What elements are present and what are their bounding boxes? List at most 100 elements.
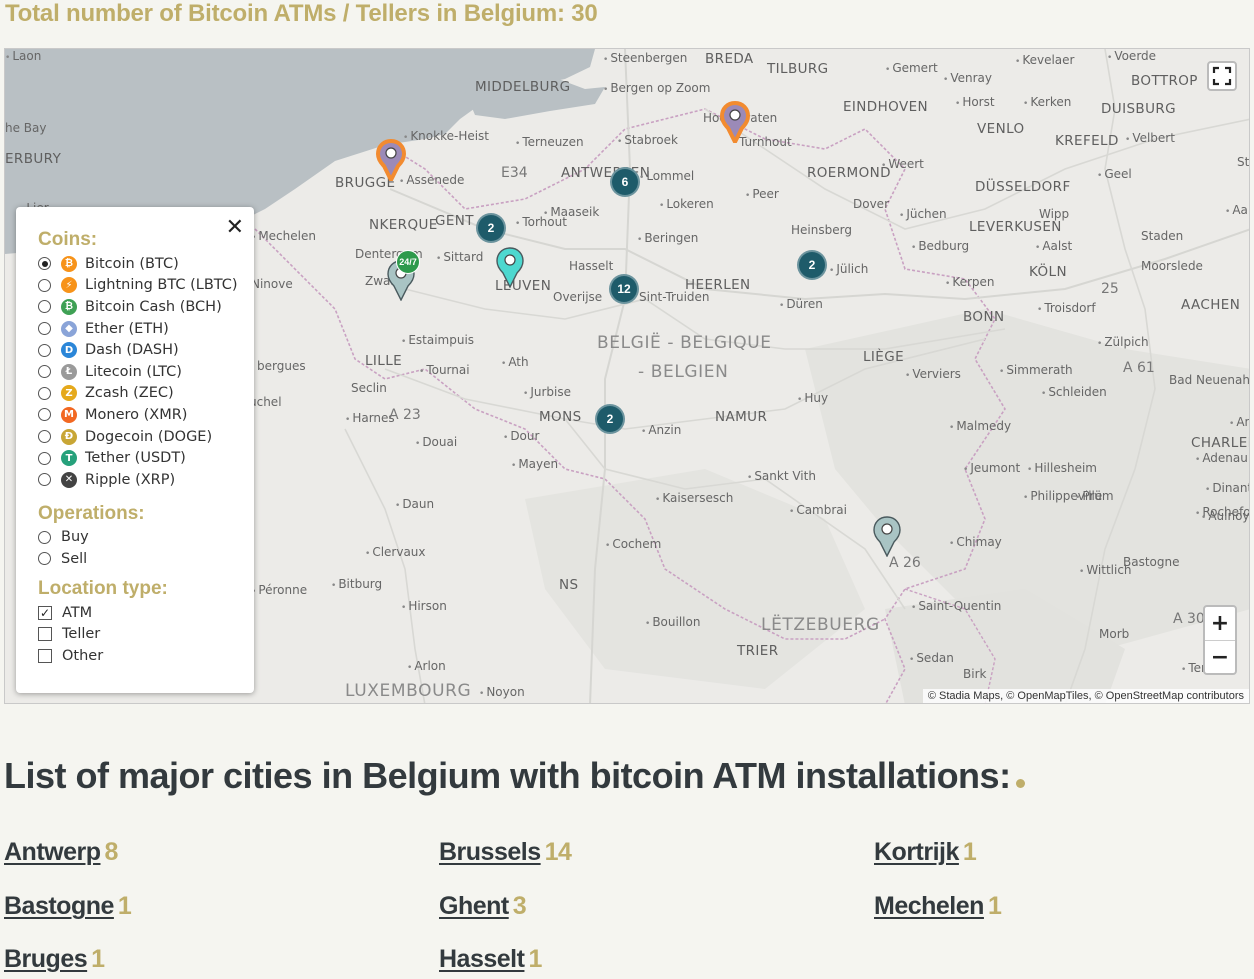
coin-radio[interactable]: [38, 386, 51, 400]
map-attribution[interactable]: © Stadia Maps, © OpenMapTiles, © OpenStr…: [922, 689, 1249, 703]
coin-radio[interactable]: [38, 257, 51, 271]
map-label: Ninove: [251, 277, 293, 291]
map-label: Bergen op Zoom: [603, 81, 710, 95]
location-checkbox[interactable]: [38, 648, 52, 663]
location-type-heading: Location type:: [38, 577, 168, 599]
zoom-out-button[interactable]: −: [1205, 640, 1235, 673]
location-option[interactable]: Other: [38, 645, 254, 667]
location-checkbox[interactable]: [38, 627, 52, 642]
map-label: NKERQUE: [369, 217, 438, 233]
fullscreen-button[interactable]: [1207, 61, 1237, 91]
bastogne-pin[interactable]: [871, 515, 903, 558]
map-label: NS: [559, 577, 579, 593]
atm-cluster-hasselt[interactable]: 2: [797, 250, 827, 280]
coin-radio[interactable]: [38, 451, 51, 465]
operation-radio[interactable]: [38, 530, 51, 544]
location-option[interactable]: ✓ ATM: [38, 602, 254, 624]
hoogstraten-pin[interactable]: [719, 100, 751, 147]
atm-cluster-charleroi[interactable]: 2: [595, 404, 625, 434]
city-atm-count: 1: [987, 892, 1002, 920]
coin-label: Zcash (ZEC): [85, 385, 174, 402]
coin-radio[interactable]: [38, 300, 51, 314]
coin-radio[interactable]: [38, 343, 51, 357]
coin-option[interactable]: Ł Litecoin (LTC): [38, 361, 254, 383]
map-marker-icon: [719, 100, 751, 147]
coin-radio[interactable]: [38, 430, 51, 444]
coin-radio[interactable]: [38, 365, 51, 379]
map-label: Heinsberg: [791, 223, 852, 237]
filter-panel: ✕ Coins: ₿ Bitcoin (BTC) ⚡ Lightning BTC…: [16, 207, 254, 693]
coin-label: Monero (XMR): [85, 406, 188, 423]
city-link[interactable]: Brussels: [439, 838, 541, 866]
coin-option[interactable]: ◆ Ether (ETH): [38, 318, 254, 340]
map-label: Kerken: [1023, 95, 1071, 109]
bruges-pin[interactable]: [375, 138, 407, 185]
bitcoin-cash-icon: ₿: [61, 298, 77, 315]
city-link[interactable]: Bruges: [4, 945, 88, 973]
map-label: Jüchen: [899, 207, 946, 221]
location-option[interactable]: Teller: [38, 623, 254, 645]
map-label: Troisdorf: [1037, 301, 1095, 315]
map-label: Dour: [503, 429, 539, 443]
coin-radio[interactable]: [38, 278, 51, 292]
coin-radio[interactable]: [38, 408, 51, 422]
map-label: Birk: [963, 667, 987, 681]
city-link[interactable]: Hasselt: [439, 945, 525, 973]
operation-option[interactable]: Buy: [38, 527, 254, 549]
map-label: EINDHOVEN: [843, 99, 929, 115]
city-list-item: Bruges 1: [4, 945, 105, 974]
city-list-item: Brussels 14: [439, 838, 572, 867]
map-label: KÖLN: [1029, 264, 1067, 280]
city-list-item: Ghent 3: [439, 892, 527, 921]
map-label: Jeumont: [963, 461, 1020, 475]
map-label: TILBURG: [767, 61, 829, 77]
zwalm-pin[interactable]: [494, 246, 526, 289]
city-list-item: Bastogne 1: [4, 892, 132, 921]
coin-option[interactable]: ₿ Bitcoin Cash (BCH): [38, 296, 254, 318]
coin-radio[interactable]: [38, 322, 51, 336]
city-link[interactable]: Mechelen: [874, 892, 984, 920]
zoom-in-button[interactable]: +: [1205, 607, 1235, 640]
location-checkbox[interactable]: ✓: [38, 605, 52, 620]
title-dot: [1015, 779, 1025, 788]
map-label: Bedburg: [911, 239, 969, 253]
atm-cluster-antwerp[interactable]: 6: [610, 167, 640, 197]
operation-radio[interactable]: [38, 552, 51, 566]
coin-radio[interactable]: [38, 473, 51, 487]
map-label: Staden: [1141, 229, 1184, 243]
operations-list: Buy Sell: [38, 527, 254, 570]
map-marker-icon: [496, 247, 524, 289]
coin-option[interactable]: Ð Dogecoin (DOGE): [38, 426, 254, 448]
city-link[interactable]: Kortrijk: [874, 838, 959, 866]
city-link[interactable]: Ghent: [439, 892, 509, 920]
coin-option[interactable]: T Tether (USDT): [38, 447, 254, 469]
zoom-control: + −: [1203, 605, 1237, 675]
location-label: ATM: [62, 604, 93, 621]
atm-cluster-brussels[interactable]: 12: [609, 274, 639, 304]
coin-option[interactable]: ✕ Ripple (XRP): [38, 469, 254, 491]
map-label: Dover: [853, 197, 889, 211]
atm-cluster-ghent[interactable]: 2: [476, 213, 506, 243]
coin-option[interactable]: M Monero (XMR): [38, 404, 254, 426]
map-label: BONN: [963, 309, 1005, 325]
map-label: DUISBURG: [1101, 101, 1177, 117]
coin-option[interactable]: D Dash (DASH): [38, 339, 254, 361]
map-label: Voerde: [1107, 49, 1156, 63]
litecoin-icon: Ł: [61, 363, 77, 380]
atm-map[interactable]: Steenbergen BREDA TILBURG Gemert Venray Kevel…: [4, 48, 1250, 704]
map-label: Venray: [943, 71, 992, 85]
map-label: Knokke-Heist: [403, 129, 489, 143]
map-label: Wittlich: [1079, 563, 1131, 577]
city-link[interactable]: Antwerp: [4, 838, 101, 866]
city-link[interactable]: Bastogne: [4, 892, 114, 920]
map-label: Schleiden: [1041, 385, 1106, 399]
coin-option[interactable]: Z Zcash (ZEC): [38, 383, 254, 405]
coin-option[interactable]: ₿ Bitcoin (BTC): [38, 253, 254, 275]
close-icon[interactable]: ✕: [226, 217, 244, 239]
map-label: DÜSSELDORF: [975, 179, 1071, 195]
coin-option[interactable]: ⚡ Lightning BTC (LBTC): [38, 275, 254, 297]
map-label: Sittard: [436, 250, 483, 264]
map-label: Torhout: [515, 215, 567, 229]
map-label: Seclin: [351, 381, 387, 395]
operation-option[interactable]: Sell: [38, 548, 254, 570]
